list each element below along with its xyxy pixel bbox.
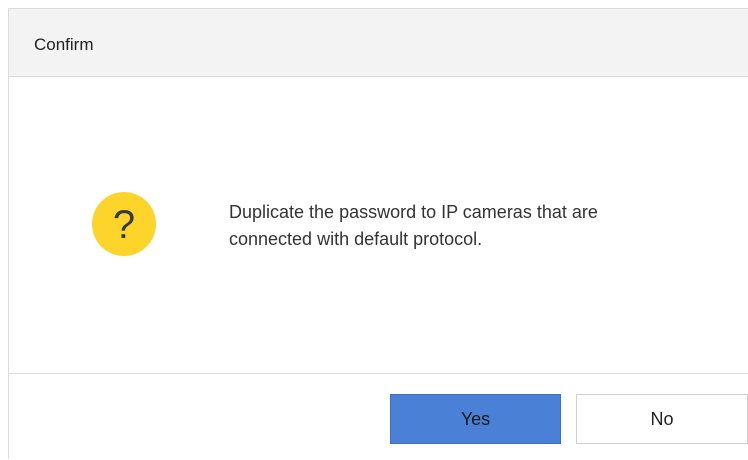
dialog-message-line-1: Duplicate the password to IP cameras tha… bbox=[229, 202, 598, 222]
dialog-title-bar: Confirm bbox=[9, 9, 748, 77]
dialog-footer: Yes No bbox=[9, 373, 748, 460]
dialog-body: ? Duplicate the password to IP cameras t… bbox=[9, 77, 748, 373]
question-icon-glyph: ? bbox=[112, 203, 136, 247]
yes-button[interactable]: Yes bbox=[390, 394, 561, 444]
question-icon: ? bbox=[92, 192, 156, 256]
dialog-message: Duplicate the password to IP cameras tha… bbox=[229, 199, 709, 253]
dialog-title: Confirm bbox=[34, 35, 94, 54]
dialog-message-line-2: connected with default protocol. bbox=[229, 229, 483, 249]
confirm-dialog: Confirm ? Duplicate the password to IP c… bbox=[8, 8, 748, 459]
no-button[interactable]: No bbox=[576, 394, 748, 444]
